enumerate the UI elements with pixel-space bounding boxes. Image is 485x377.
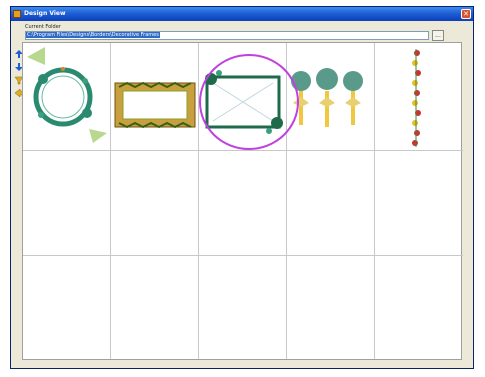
thumbnail-grid: [22, 42, 463, 360]
grid-cell[interactable]: [375, 151, 463, 256]
path-field[interactable]: C:\Program Files\Designs\Borders\Decorat…: [25, 31, 429, 40]
grid-cell[interactable]: [23, 256, 111, 359]
grid-cell[interactable]: [199, 256, 287, 359]
grid-cell[interactable]: [23, 151, 111, 256]
close-button[interactable]: ✕: [461, 9, 471, 19]
floral-wreath-thumbnail: [27, 47, 107, 143]
window-title: Design View: [24, 10, 66, 17]
title-bar[interactable]: Design View ✕: [11, 7, 473, 21]
grid-cell[interactable]: [111, 151, 199, 256]
grid-cell[interactable]: [199, 151, 287, 256]
browse-button[interactable]: ...: [432, 30, 444, 41]
grid-cell[interactable]: [287, 151, 375, 256]
flower-strip-thumbnail: [412, 49, 421, 147]
grid-cell[interactable]: [111, 256, 199, 359]
grid-cell[interactable]: [375, 43, 463, 151]
vine-frame-thumbnail: [205, 70, 283, 134]
path-value: C:\Program Files\Designs\Borders\Decorat…: [26, 32, 160, 38]
app-icon: [13, 10, 21, 18]
grid-cell[interactable]: [23, 43, 111, 151]
gold-border-thumbnail: [114, 81, 196, 129]
grid-cell[interactable]: [199, 43, 287, 151]
grid-cell[interactable]: [287, 43, 375, 151]
grid-cell[interactable]: [375, 256, 463, 359]
palm-trees-thumbnail: [291, 68, 363, 127]
grid-cell[interactable]: [111, 43, 199, 151]
path-label: Current Folder: [25, 24, 61, 30]
grid-cell[interactable]: [287, 256, 375, 359]
